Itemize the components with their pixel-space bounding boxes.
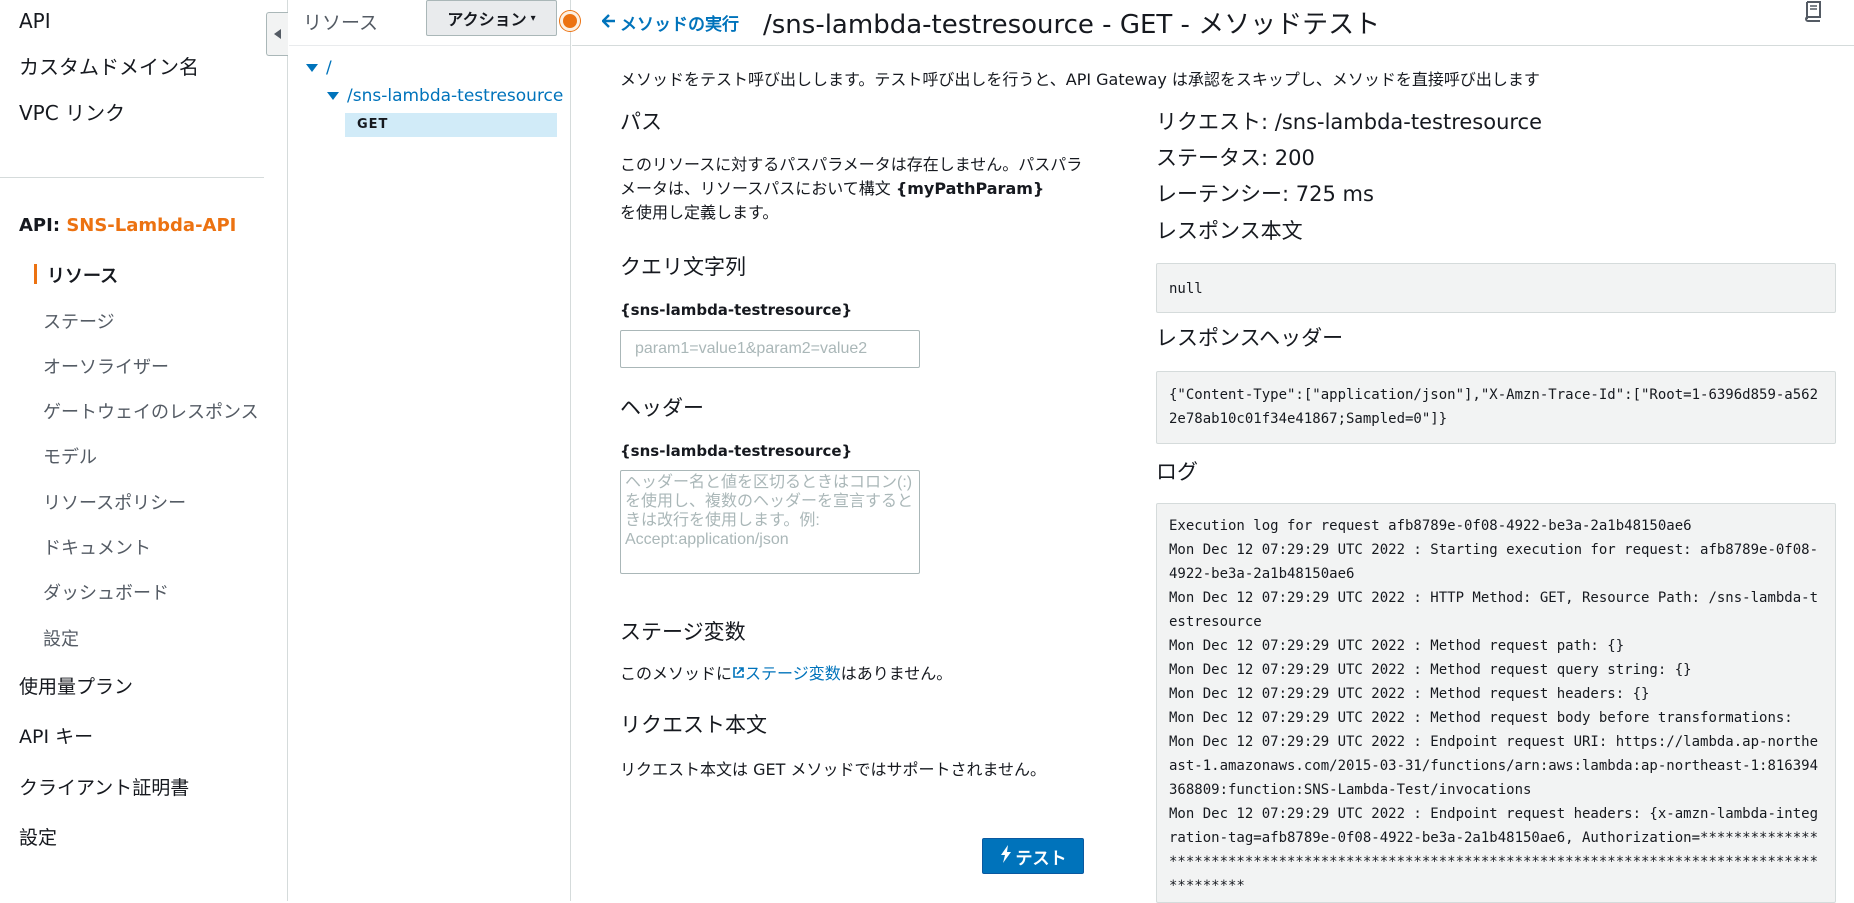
actions-label: アクション	[447, 10, 527, 29]
external-link-icon	[733, 667, 744, 678]
book-icon[interactable]	[1802, 0, 1824, 22]
nav-divider	[0, 177, 264, 178]
nav-item-custom-domain[interactable]: カスタムドメイン名	[19, 51, 199, 80]
intro-text: メソッドをテスト呼び出しします。テスト呼び出しを行うと、API Gateway …	[620, 70, 1540, 89]
nav-item-gateway-responses[interactable]: ゲートウェイのレスポンス	[43, 398, 259, 424]
response-headers-box: {"Content-Type":["application/json"],"X-…	[1156, 371, 1836, 444]
request-body-heading: リクエスト本文	[620, 713, 767, 737]
result-latency: レーテンシー: 725 ms	[1156, 182, 1374, 206]
collapse-nav-button[interactable]	[266, 12, 288, 56]
api-title: API: SNS-Lambda-API	[19, 215, 236, 236]
expand-caret-icon[interactable]	[306, 64, 318, 72]
test-button-label: テスト	[1015, 848, 1067, 869]
path-heading: パス	[620, 110, 662, 134]
nav-item-documentation[interactable]: ドキュメント	[43, 534, 151, 560]
nav-item-resources[interactable]: リソース	[47, 262, 118, 288]
result-status: ステータス: 200	[1156, 146, 1315, 170]
nav-item-authorizers[interactable]: オーソライザー	[43, 353, 169, 379]
test-button[interactable]: テスト	[982, 838, 1084, 874]
nav-item-api-settings[interactable]: 設定	[43, 625, 79, 651]
tree-root[interactable]: /	[306, 58, 332, 78]
back-label: メソッドの実行	[620, 15, 739, 35]
resources-title: リソース	[303, 12, 379, 34]
stage-vars-text-before: このメソッドに	[620, 664, 733, 683]
stage-vars-text: このメソッドに ステージ変数はありません。	[620, 662, 1090, 686]
nav-item-client-certificates[interactable]: クライアント証明書	[19, 773, 189, 800]
api-prefix: API:	[19, 215, 61, 236]
headers-heading: ヘッダー	[620, 396, 704, 420]
headers-textarea[interactable]	[620, 470, 920, 574]
nav-item-api-keys[interactable]: API キー	[19, 722, 93, 749]
caret-down-icon: ▾	[530, 12, 536, 24]
left-navigation: API カスタムドメイン名 VPC リンク API: SNS-Lambda-AP…	[0, 0, 288, 901]
arrow-left-icon	[601, 13, 616, 33]
resources-panel: リソース アクション ▾ / /sns-lambda-testresource …	[289, 0, 571, 901]
headers-field-label: {sns-lambda-testresource}	[620, 442, 853, 460]
response-body-heading: レスポンス本文	[1156, 219, 1303, 243]
stage-vars-text-after: はありません。	[840, 664, 953, 683]
path-text-2: を使用し定義します。	[620, 203, 779, 222]
nav-item-dashboard[interactable]: ダッシュボード	[43, 579, 169, 605]
nav-item-models[interactable]: モデル	[43, 443, 97, 469]
stage-vars-link-label: ステージ変数	[745, 664, 841, 683]
stage-vars-link[interactable]: ステージ変数	[732, 664, 841, 683]
nav-item-settings[interactable]: 設定	[19, 823, 57, 850]
response-headers-heading: レスポンスヘッダー	[1156, 326, 1344, 350]
log-box[interactable]: Execution log for request afb8789e-0f08-…	[1156, 503, 1836, 903]
log-heading: ログ	[1156, 460, 1198, 484]
query-string-input[interactable]	[620, 330, 920, 368]
tree-method-get[interactable]: GET	[345, 113, 557, 137]
tree-resource-label: /sns-lambda-testresource	[347, 86, 564, 106]
stage-vars-heading: ステージ変数	[620, 620, 746, 644]
tree-root-label: /	[326, 58, 332, 78]
query-field-label: {sns-lambda-testresource}	[620, 301, 853, 319]
nav-item-vpc-link[interactable]: VPC リンク	[19, 97, 125, 126]
expand-caret-icon[interactable]	[327, 92, 339, 100]
path-param-token: {myPathParam}	[895, 179, 1045, 198]
result-request: リクエスト: /sns-lambda-testresource	[1156, 110, 1543, 134]
actions-button[interactable]: アクション ▾	[426, 0, 557, 36]
path-description: このリソースに対するパスパラメータは存在しません。パスパラメータは、リソースパス…	[620, 153, 1090, 225]
query-heading: クエリ文字列	[620, 255, 746, 279]
resources-divider	[289, 45, 570, 46]
request-body-text: リクエスト本文は GET メソッドではサポートされません。	[620, 760, 1046, 779]
page-title: /sns-lambda-testresource - GET - メソッドテスト	[763, 10, 1381, 40]
nav-item-resource-policy[interactable]: リソースポリシー	[43, 489, 186, 515]
response-body-box: null	[1156, 263, 1836, 313]
bolt-icon	[1000, 844, 1012, 868]
api-name[interactable]: SNS-Lambda-API	[66, 215, 236, 236]
nav-item-usage-plans[interactable]: 使用量プラン	[19, 672, 133, 699]
nav-item-api[interactable]: API	[19, 9, 51, 33]
main-content: メソッドの実行 /sns-lambda-testresource - GET -…	[572, 0, 1854, 903]
back-to-method-execution[interactable]: メソッドの実行	[601, 10, 739, 35]
tree-resource[interactable]: /sns-lambda-testresource	[327, 86, 563, 106]
header-divider	[572, 45, 1854, 46]
caret-left-icon	[273, 29, 281, 39]
nav-item-stages[interactable]: ステージ	[43, 308, 115, 334]
active-indicator	[34, 264, 37, 284]
